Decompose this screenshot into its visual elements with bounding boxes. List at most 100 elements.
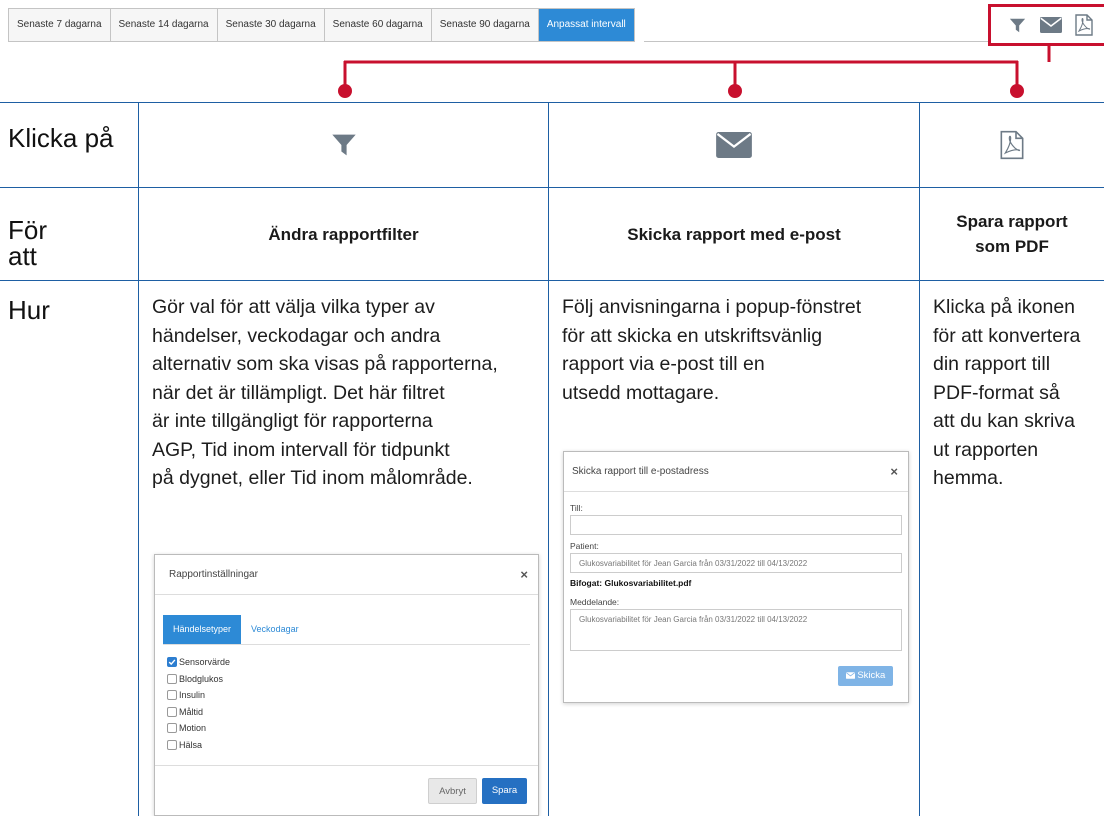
dialog-footer: Avbryt Spara (155, 765, 538, 815)
range-button-14-days[interactable]: Senaste 14 dagarna (110, 9, 218, 41)
description-line: händelser, veckodagar och andra (152, 324, 441, 347)
action-title-pdf-line: Spara rapport (956, 212, 1068, 231)
description-line: för att skicka en utskriftsvänlig (562, 324, 823, 347)
row-label-how: Hur (8, 295, 50, 325)
callout-dot-filter (338, 84, 352, 98)
range-button-7-days[interactable]: Senaste 7 dagarna (9, 9, 111, 41)
envelope-icon[interactable] (1039, 14, 1062, 36)
attachment-label: Bifogat: (570, 578, 603, 588)
checkbox-exercise[interactable] (167, 723, 177, 734)
option-label: Sensorvärde (179, 657, 231, 668)
description-line: hemma. (933, 467, 1004, 489)
range-button-custom[interactable]: Anpassat intervall (538, 9, 634, 41)
attachment-info: Bifogat: Glukosvariabilitet.pdf (570, 578, 691, 588)
description-line: när det är tillämpligt. Det här filtret (152, 381, 445, 404)
message-label: Meddelande: (570, 597, 620, 607)
action-title-email: Skicka rapport med e-post (627, 224, 841, 244)
column-icon-cell (139, 102, 548, 187)
check-icon (168, 659, 176, 666)
patient-field[interactable]: Glukosvariabilitet för Jean Garcia från … (570, 553, 902, 573)
close-icon[interactable]: × (520, 567, 528, 582)
description-line: på dygnet, eller Tid inom målområde. (152, 467, 473, 489)
filter-icon[interactable] (1007, 14, 1029, 36)
description-line: att du kan skriva (933, 410, 1075, 432)
description-line: alternativ som ska visas på rapporterna, (152, 353, 498, 375)
patient-label: Patient: (570, 541, 599, 551)
range-button-90-days[interactable]: Senaste 90 dagarna (431, 9, 539, 41)
action-title-cell: Skicka rapport med e-post (549, 188, 919, 280)
tab-divider (163, 644, 530, 645)
description-email: Följ anvisningarna i popup-fönstret för … (562, 293, 861, 407)
to-input[interactable] (570, 515, 902, 535)
filter-icon (331, 134, 356, 155)
description-line: rapport via e-post till en (562, 353, 765, 375)
checkbox-health[interactable] (167, 739, 177, 750)
option-label: Måltid (179, 706, 204, 717)
description-line: utsedd mottagare. (562, 381, 720, 404)
description-line: ut rapporten (933, 438, 1039, 461)
option-label: Insulin (179, 690, 206, 701)
description-pdf: Klicka på ikonen för att konvertera din … (933, 293, 1080, 493)
send-label: Skicka (857, 670, 886, 681)
date-range-bar: Senaste 7 dagarna Senaste 14 dagarna Sen… (8, 8, 635, 42)
callout-dot-pdf (1010, 84, 1024, 98)
range-button-30-days[interactable]: Senaste 30 dagarna (217, 9, 325, 41)
action-title-cell: Spara rapport som PDF (920, 188, 1104, 280)
description-line: AGP, Tid inom intervall för tidpunkt (152, 438, 450, 461)
column-icon-cell (549, 102, 919, 187)
option-label: Blodglukos (179, 673, 224, 684)
dialog-header: Skicka rapport till e-postadress × (564, 452, 908, 492)
callout-connectors (338, 45, 1051, 98)
checkbox-meal[interactable] (167, 706, 177, 717)
column-icon-cell (920, 102, 1104, 187)
description-filter: Gör val för att välja vilka typer av hän… (152, 293, 498, 493)
description-line: din rapport till (933, 353, 1051, 375)
range-button-60-days[interactable]: Senaste 60 dagarna (324, 9, 432, 41)
description-line: Följ anvisningarna i popup-fönstret (562, 296, 862, 318)
option-blood-glucose[interactable]: Blodglukos (167, 671, 538, 688)
settings-dialog: Rapportinställningar × Händelsetyper Vec… (154, 554, 539, 816)
action-title-cell: Ändra rapportfilter (139, 188, 548, 280)
row-label-click: Klicka på (8, 123, 114, 153)
event-type-options: Sensorvärde Blodglukos Insulin Måltid Mo… (167, 654, 538, 753)
dialog-header: Rapportinställningar × (155, 555, 538, 595)
save-button[interactable]: Spara (482, 778, 527, 804)
dialog-title: Rapportinställningar (169, 569, 258, 580)
option-meal[interactable]: Måltid (167, 704, 538, 721)
checkbox-blood-glucose[interactable] (167, 673, 177, 684)
action-title-filter: Ändra rapportfilter (268, 224, 419, 244)
option-sensor-value[interactable]: Sensorvärde (167, 654, 538, 671)
help-table: Klicka på För att Hur Ändra rapportfilte… (0, 102, 1104, 816)
description-line: är inte tillgängligt för rapporterna (152, 410, 433, 432)
callout-dot-email (728, 84, 742, 98)
option-exercise[interactable]: Motion (167, 720, 538, 737)
send-button[interactable]: Skicka (838, 666, 893, 686)
message-textarea[interactable]: Glukosvariabilitet för Jean Garcia från … (570, 609, 902, 651)
settings-tabs: Händelsetyper Veckodagar (163, 615, 538, 644)
attachment-filename: Glukosvariabilitet.pdf (604, 578, 692, 588)
cancel-button[interactable]: Avbryt (428, 778, 477, 804)
email-dialog: Skicka rapport till e-postadress × Till:… (563, 451, 909, 703)
description-line: Klicka på ikonen (933, 296, 1076, 318)
tab-weekdays[interactable]: Veckodagar (241, 615, 309, 644)
envelope-icon (845, 672, 855, 679)
tab-event-types[interactable]: Händelsetyper (163, 615, 242, 644)
option-label: Motion (179, 723, 207, 734)
close-icon[interactable]: × (890, 464, 898, 479)
pdf-icon (1000, 130, 1024, 159)
description-line: PDF-format så (933, 381, 1060, 404)
checkbox-insulin[interactable] (167, 690, 177, 701)
checkbox-sensor-value[interactable] (167, 657, 177, 668)
option-insulin[interactable]: Insulin (167, 687, 538, 704)
envelope-icon (716, 131, 752, 158)
option-health[interactable]: Hälsa (167, 737, 538, 754)
dialog-title: Skicka rapport till e-postadress (572, 466, 709, 477)
description-line: för att konvertera (933, 324, 1081, 347)
pdf-icon[interactable] (1073, 14, 1095, 36)
description-line: Gör val för att välja vilka typer av (152, 296, 435, 318)
action-title-pdf-line: som PDF (975, 237, 1049, 256)
row-label-purpose: För att (8, 215, 47, 271)
to-label: Till: (570, 503, 583, 513)
report-actions-highlight (988, 4, 1104, 46)
option-label: Hälsa (179, 739, 203, 750)
